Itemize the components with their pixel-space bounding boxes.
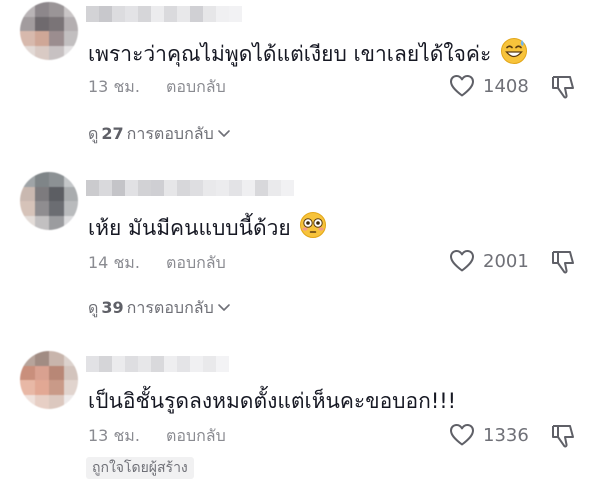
- comment-meta: 13 ชม. ตอบกลับ: [88, 426, 226, 446]
- avatar[interactable]: [20, 172, 78, 230]
- dislike-button[interactable]: [550, 423, 576, 453]
- heart-outline-icon: [450, 424, 474, 446]
- comment-meta: 13 ชม. ตอบกลับ: [88, 77, 226, 97]
- like-button[interactable]: 1336: [449, 423, 529, 447]
- chevron-down-icon: [217, 130, 230, 137]
- reply-button[interactable]: ตอบกลับ: [166, 426, 226, 446]
- thumbs-down-outline-icon: [552, 76, 574, 99]
- comment-text: เพราะว่าคุณไม่พูดได้แต่เงียบ เขาเลยได้ใจ…: [88, 37, 528, 72]
- avatar[interactable]: [20, 2, 78, 60]
- comment-text-content: เพราะว่าคุณไม่พูดได้แต่เงียบ เขาเลยได้ใจ…: [88, 42, 492, 66]
- like-count: 1336: [483, 424, 529, 446]
- comment-time: 14 ชม.: [88, 253, 140, 272]
- view-replies-prefix: ดู: [88, 298, 99, 317]
- like-count: 1408: [483, 75, 529, 97]
- comment-time: 13 ชม.: [88, 77, 140, 96]
- like-button[interactable]: 1408: [449, 74, 529, 98]
- heart-outline-icon: [450, 250, 474, 272]
- reply-button[interactable]: ตอบกลับ: [166, 253, 226, 273]
- view-replies-button[interactable]: ดู 39 การตอบกลับ: [88, 298, 231, 318]
- view-replies-count: 39: [101, 298, 124, 317]
- view-replies-suffix: การตอบกลับ: [126, 298, 214, 317]
- view-replies-suffix: การตอบกลับ: [126, 124, 214, 143]
- like-count: 2001: [483, 250, 529, 272]
- view-replies-prefix: ดู: [88, 124, 99, 143]
- chevron-down-icon: [217, 304, 230, 311]
- thumbs-down-outline-icon: [552, 251, 574, 274]
- username-blurred[interactable]: [86, 356, 229, 372]
- grinning-sweat-emoji: [500, 37, 528, 72]
- username-blurred[interactable]: [86, 6, 242, 22]
- reply-button[interactable]: ตอบกลับ: [166, 77, 226, 97]
- comment-text-content: เป็นอิชั้นรูดลงหมดตั้งแต่เห็นคะขอบอก!!!: [88, 389, 457, 413]
- thumbs-down-outline-icon: [552, 425, 574, 448]
- avatar[interactable]: [20, 351, 78, 409]
- comment-time: 13 ชม.: [88, 426, 140, 445]
- comment-text: เป็นอิชั้นรูดลงหมดตั้งแต่เห็นคะขอบอก!!!: [88, 387, 456, 415]
- flushed-face-emoji: [299, 211, 327, 246]
- like-button[interactable]: 2001: [449, 249, 529, 273]
- liked-by-creator-badge: ถูกใจโดยผู้สร้าง: [86, 457, 194, 479]
- comment-text-content: เห้ย มันมีคนแบบนี้ด้วย: [88, 216, 291, 240]
- comment-meta: 14 ชม. ตอบกลับ: [88, 253, 226, 273]
- view-replies-button[interactable]: ดู 27 การตอบกลับ: [88, 124, 231, 144]
- dislike-button[interactable]: [550, 74, 576, 104]
- dislike-button[interactable]: [550, 249, 576, 279]
- heart-outline-icon: [450, 75, 474, 97]
- username-blurred[interactable]: [86, 180, 294, 196]
- comment-text: เห้ย มันมีคนแบบนี้ด้วย: [88, 211, 327, 246]
- view-replies-count: 27: [101, 124, 124, 143]
